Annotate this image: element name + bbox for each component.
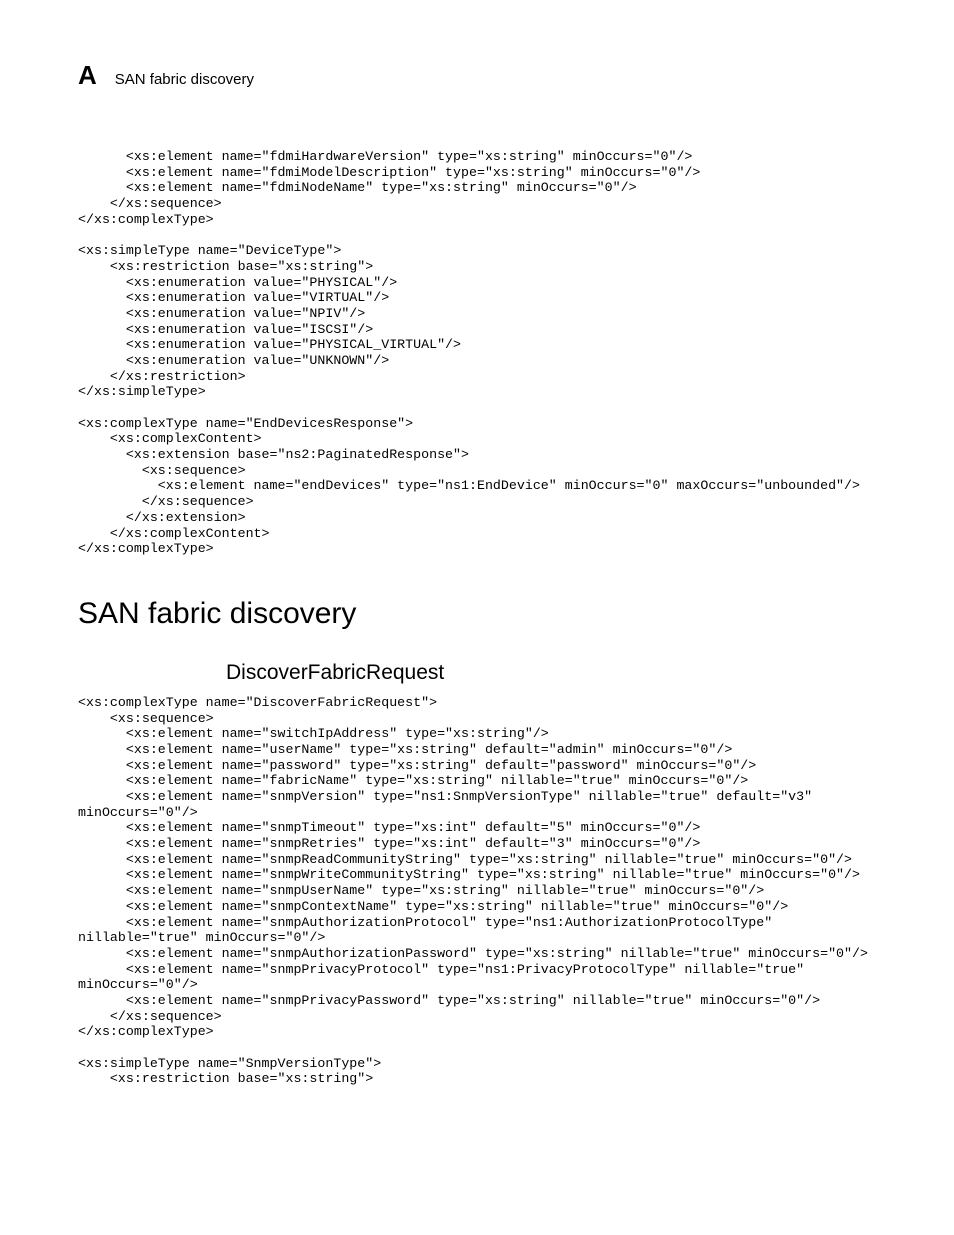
code-block-1: <xs:element name="fdmiHardwareVersion" t… — [78, 149, 876, 557]
header-title: SAN fabric discovery — [115, 71, 254, 88]
code-block-2: <xs:complexType name="DiscoverFabricRequ… — [78, 695, 876, 1087]
appendix-letter: A — [78, 60, 97, 91]
section-heading: SAN fabric discovery — [78, 597, 876, 631]
subsection-heading: DiscoverFabricRequest — [226, 661, 876, 685]
document-page: A SAN fabric discovery <xs:element name=… — [0, 0, 954, 1147]
page-header: A SAN fabric discovery — [78, 60, 876, 91]
